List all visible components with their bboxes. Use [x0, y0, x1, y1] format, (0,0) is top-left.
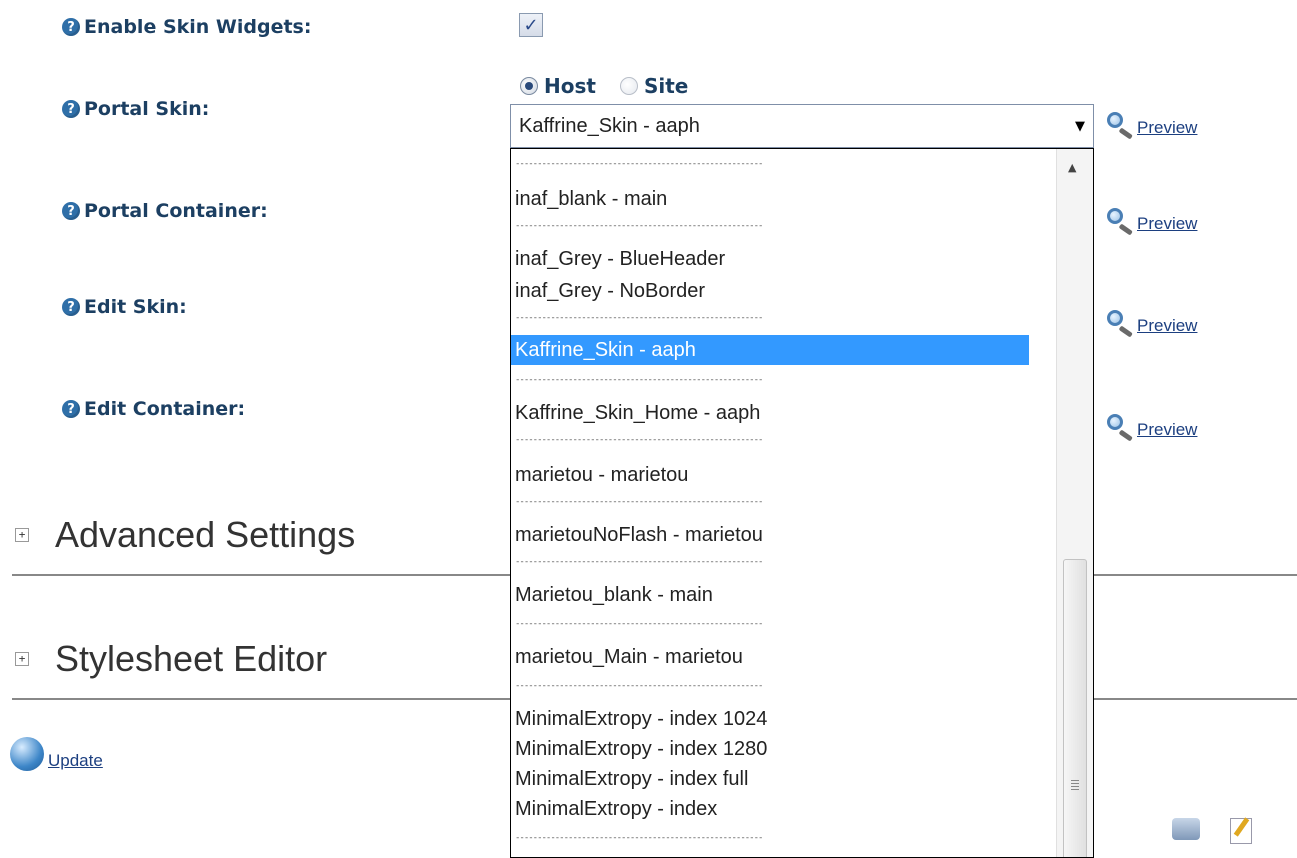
- edit-icon[interactable]: [1230, 818, 1252, 844]
- list-separator: ----------------------------------------…: [515, 221, 763, 231]
- edit-container-label: ? Edit Container:: [62, 398, 245, 420]
- list-item[interactable]: MinimalExtropy - index full: [515, 767, 748, 791]
- stylesheet-editor-section[interactable]: + Stylesheet Editor: [15, 638, 327, 680]
- list-item[interactable]: marietouNoFlash - marietou: [515, 523, 763, 547]
- list-item[interactable]: MinimalExtropy - index 1280: [515, 737, 767, 761]
- check-icon: ✓: [523, 14, 539, 36]
- magnifier-icon[interactable]: [1105, 414, 1135, 442]
- list-item[interactable]: Kaffrine_Skin_Home - aaph: [515, 401, 760, 425]
- help-icon[interactable]: ?: [62, 18, 80, 36]
- list-item[interactable]: marietou - marietou: [515, 463, 688, 487]
- list-item[interactable]: MinimalExtropy - index: [515, 797, 717, 821]
- portal-container-preview: Preview: [1105, 208, 1197, 236]
- chevron-down-icon[interactable]: ▼: [1067, 119, 1093, 134]
- divider: [1094, 574, 1297, 576]
- divider: [1094, 698, 1297, 700]
- list-separator: ----------------------------------------…: [515, 619, 763, 629]
- magnifier-icon[interactable]: [1105, 208, 1135, 236]
- magnifier-icon[interactable]: [1105, 112, 1135, 140]
- list-item[interactable]: inaf_Grey - BlueHeader: [515, 247, 725, 271]
- portal-container-preview-link[interactable]: Preview: [1137, 214, 1197, 234]
- list-item[interactable]: MinimalExtropy - index 1024: [515, 707, 767, 731]
- edit-skin-preview: Preview: [1105, 310, 1197, 338]
- divider: [12, 574, 510, 576]
- expand-icon[interactable]: +: [15, 528, 29, 542]
- portal-skin-select-value: Kaffrine_Skin - aaph: [519, 114, 700, 137]
- list-separator: ----------------------------------------…: [515, 435, 763, 445]
- portal-skin-dropdown-list[interactable]: ----------------------------------------…: [510, 148, 1094, 858]
- divider: [12, 698, 510, 700]
- edit-skin-label: ? Edit Skin:: [62, 296, 187, 318]
- enable-skin-widgets-checkbox[interactable]: ✓: [519, 13, 543, 37]
- list-separator: ----------------------------------------…: [515, 375, 763, 385]
- list-separator: ----------------------------------------…: [515, 833, 763, 843]
- update-icon[interactable]: [10, 737, 44, 771]
- print-icon[interactable]: [1172, 818, 1200, 840]
- radio-dot: [525, 82, 533, 90]
- enable-skin-widgets-label: ? Enable Skin Widgets:: [62, 16, 311, 38]
- list-separator: ----------------------------------------…: [515, 681, 763, 691]
- update-action: Update: [10, 737, 103, 771]
- scrollbar-thumb[interactable]: [1063, 559, 1087, 857]
- edit-container-preview: Preview: [1105, 414, 1197, 442]
- portal-skin-preview-link[interactable]: Preview: [1137, 118, 1197, 138]
- portal-skin-preview: Preview: [1105, 112, 1197, 140]
- advanced-settings-section[interactable]: + Advanced Settings: [15, 514, 355, 556]
- list-separator: ----------------------------------------…: [515, 313, 763, 323]
- skin-scope-radio-group: Host Site: [520, 74, 688, 98]
- list-separator: ----------------------------------------…: [515, 159, 763, 169]
- help-icon[interactable]: ?: [62, 400, 80, 418]
- list-item[interactable]: Marietou_blank - main: [515, 583, 713, 607]
- list-item-selected[interactable]: Kaffrine_Skin - aaph: [515, 338, 696, 362]
- scroll-up-icon[interactable]: ▲: [1068, 161, 1076, 174]
- edit-skin-preview-link[interactable]: Preview: [1137, 316, 1197, 336]
- list-item[interactable]: inaf_Grey - NoBorder: [515, 279, 705, 303]
- dropdown-scrollbar[interactable]: ▲: [1056, 149, 1093, 857]
- magnifier-icon[interactable]: [1105, 310, 1135, 338]
- radio-site[interactable]: [619, 77, 638, 95]
- update-link[interactable]: Update: [48, 751, 103, 771]
- edit-container-preview-link[interactable]: Preview: [1137, 420, 1197, 440]
- radio-host[interactable]: [520, 77, 538, 95]
- help-icon[interactable]: ?: [62, 100, 80, 118]
- radio-host-label[interactable]: Host: [544, 74, 596, 98]
- advanced-settings-title[interactable]: Advanced Settings: [55, 514, 355, 556]
- list-item[interactable]: inaf_blank - main: [515, 187, 667, 211]
- expand-icon[interactable]: +: [15, 652, 29, 666]
- stylesheet-editor-title[interactable]: Stylesheet Editor: [55, 638, 327, 680]
- radio-site-label[interactable]: Site: [644, 74, 688, 98]
- help-icon[interactable]: ?: [62, 298, 80, 316]
- list-separator: ----------------------------------------…: [515, 497, 763, 507]
- list-item[interactable]: marietou_Main - marietou: [515, 645, 743, 669]
- help-icon[interactable]: ?: [62, 202, 80, 220]
- list-separator: ----------------------------------------…: [515, 557, 763, 567]
- bottom-toolbar: [1172, 818, 1252, 844]
- portal-skin-label: ? Portal Skin:: [62, 98, 209, 120]
- portal-skin-select[interactable]: Kaffrine_Skin - aaph ▼: [510, 104, 1094, 148]
- grip-icon: [1071, 780, 1079, 790]
- portal-container-label: ? Portal Container:: [62, 200, 268, 222]
